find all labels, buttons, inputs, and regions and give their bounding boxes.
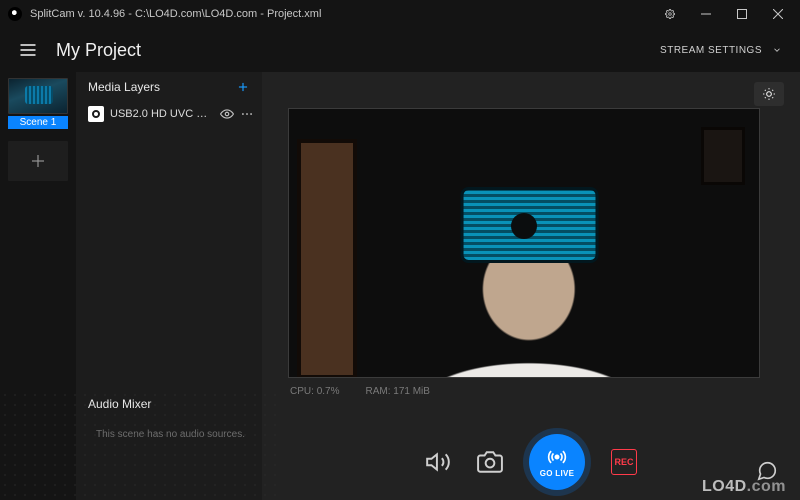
media-layers-title: Media Layers xyxy=(88,80,160,94)
minimize-button[interactable] xyxy=(688,0,724,28)
sidebar: Media Layers USB2.0 HD UVC WebC... Audio… xyxy=(76,72,262,500)
close-button[interactable] xyxy=(760,0,796,28)
go-live-button[interactable]: GO LIVE xyxy=(529,434,585,490)
scenes-rail: Scene 1 xyxy=(0,72,76,500)
brightness-button[interactable] xyxy=(754,82,784,106)
cpu-stat: CPU: 0.7% xyxy=(290,386,339,397)
volume-button[interactable] xyxy=(425,449,451,475)
scene-thumbnail[interactable]: Scene 1 xyxy=(8,78,68,129)
page-title: My Project xyxy=(56,40,141,61)
maximize-button[interactable] xyxy=(724,0,760,28)
preview-area: CPU: 0.7% RAM: 171 MiB GO LIVE REC xyxy=(262,72,800,500)
stream-settings-button[interactable]: STREAM SETTINGS xyxy=(660,45,782,56)
more-options-icon[interactable] xyxy=(240,107,254,121)
watermark: LO4D.com xyxy=(702,478,786,496)
menu-icon[interactable] xyxy=(18,40,38,60)
speaker-icon xyxy=(425,449,451,475)
stream-settings-label: STREAM SETTINGS xyxy=(660,45,762,56)
broadcast-icon xyxy=(547,447,567,467)
ram-stat: RAM: 171 MiB xyxy=(365,386,429,397)
settings-gear-icon[interactable] xyxy=(652,0,688,28)
record-button[interactable]: REC xyxy=(611,449,637,475)
snapshot-button[interactable] xyxy=(477,449,503,475)
preview-canvas[interactable] xyxy=(288,108,760,378)
add-scene-button[interactable] xyxy=(8,141,68,181)
window-title: SplitCam v. 10.4.96 - C:\LO4D.com\LO4D.c… xyxy=(30,8,321,20)
scene-label: Scene 1 xyxy=(8,116,68,129)
chevron-down-icon xyxy=(772,45,782,55)
app-logo xyxy=(8,7,22,21)
media-layer-item[interactable]: USB2.0 HD UVC WebC... xyxy=(76,102,262,126)
layer-name: USB2.0 HD UVC WebC... xyxy=(110,108,214,120)
sun-icon xyxy=(762,87,776,101)
webcam-icon xyxy=(88,106,104,122)
camera-icon xyxy=(477,449,503,475)
scene-preview-icon xyxy=(8,78,68,114)
add-layer-button[interactable] xyxy=(236,80,250,94)
audio-empty-message: This scene has no audio sources. xyxy=(76,419,262,500)
go-live-label: GO LIVE xyxy=(540,469,575,478)
audio-mixer-title: Audio Mixer xyxy=(88,397,151,411)
visibility-icon[interactable] xyxy=(220,107,234,121)
